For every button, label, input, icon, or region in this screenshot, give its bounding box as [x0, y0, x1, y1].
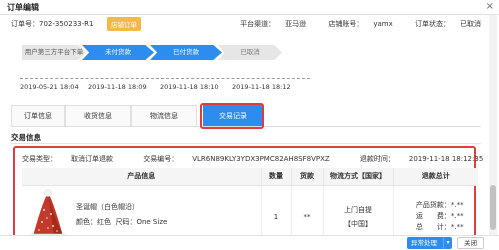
step-cancelled: 已取消 — [218, 45, 282, 60]
section-divider — [11, 143, 481, 144]
shop-info: 店铺账号： yamx — [328, 20, 393, 28]
transaction-type: 交易类型： 取消订单退款 — [22, 155, 113, 163]
chevron-down-icon[interactable]: ▾ — [443, 237, 452, 249]
product-details: 圣诞帽（白色帽沿） 颜色：红色 尺码：One Size — [76, 202, 167, 232]
order-number-label: 订单号： — [11, 20, 39, 28]
freight-refund: 运 费：*.** — [415, 212, 464, 220]
timeline-line — [20, 78, 310, 79]
dialog-footer: 异常处理 ▾ 关闭 — [0, 235, 499, 250]
progress-timeline: 2019-05-21 18:04 2019-11-18 18:09 2019-1… — [20, 70, 310, 91]
order-meta: 平台渠道： 亚马逊 店铺账号： yamx 订单状态： 已取消 — [220, 19, 481, 29]
dialog-title: 订单编辑 — [7, 3, 39, 12]
qty-cell: 1 — [261, 185, 292, 235]
tab-order-info[interactable]: 订单信息 — [11, 105, 65, 126]
close-icon[interactable]: × — [486, 1, 494, 12]
transaction-info: 交易类型： 取消订单退款 交易编号： VLR6N89KLY3YDX3PMC82AH8… — [22, 154, 483, 164]
refund-time: 退款时间： 2019-11-18 18:12:35 — [359, 155, 484, 163]
dialog-content: 订单号：702-350233-R1 店铺订单 平台渠道： 亚马逊 店铺账号： yam… — [0, 15, 487, 235]
order-header: 订单号：702-350233-R1 店铺订单 平台渠道： 亚马逊 店铺账号： yam… — [11, 17, 481, 31]
step-unpaid: 未付货款 — [82, 45, 154, 60]
timeline-time-3: 2019-11-18 18:10 — [160, 83, 219, 91]
tab-shipping-address[interactable]: 收货信息 — [65, 105, 131, 126]
shipping-cell: 上门自提 【中国】 — [323, 185, 394, 235]
exception-handling-label: 异常处理 — [411, 239, 437, 247]
total-refund: 总 计：*.** — [415, 223, 464, 231]
price-cell: ** — [291, 185, 324, 235]
col-shipping: 物流方式【国家】 — [323, 168, 394, 186]
refund-total-cell: 产品货款：*.** 运 费：*.** 总 计：*.** — [393, 185, 478, 235]
vertical-scrollbar[interactable] — [489, 15, 497, 235]
step-placed: 用户第三方平台下单 — [22, 45, 86, 60]
col-qty: 数量 — [261, 168, 292, 186]
goods-refund: 产品货款：*.** — [415, 201, 464, 209]
dialog-titlebar: 订单编辑 × — [0, 0, 499, 15]
status-info: 订单状态： 已取消 — [415, 20, 481, 28]
product-image — [26, 188, 70, 235]
items-table: 产品信息 数量 货款 物流方式【国家】 退款总计 圣诞帽（白色帽沿） 颜色：红色… — [22, 168, 478, 235]
product-cell: 圣诞帽（白色帽沿） 颜色：红色 尺码：One Size — [22, 185, 262, 235]
col-refund-total: 退款总计 — [393, 168, 478, 186]
product-variant: 颜色：红色 尺码：One Size — [76, 217, 168, 226]
order-number: 702-350233-R1 — [39, 20, 94, 28]
timeline-time-1: 2019-05-21 18:04 — [20, 83, 79, 91]
scrollbar-thumb[interactable] — [490, 185, 496, 230]
tab-logistics[interactable]: 物流信息 — [131, 105, 197, 126]
step-paid: 已付货款 — [150, 45, 222, 60]
shipping-country: 【中国】 — [344, 219, 372, 228]
order-number-line: 订单号：702-350233-R1 — [11, 19, 93, 29]
table-row: 圣诞帽（白色帽沿） 颜色：红色 尺码：One Size 1 ** 上门自提 【中… — [22, 185, 478, 235]
timeline-time-4: 2019-11-18 18:12 — [232, 83, 291, 91]
shipping-method: 上门自提 — [344, 205, 372, 214]
transaction-id: 交易编号： VLR6N89KLY3YDX3PMC82AH8SF8VPXZ — [143, 155, 330, 163]
exception-handling-button[interactable]: 异常处理 ▾ — [407, 237, 452, 249]
timeline-time-2: 2019-11-18 18:09 — [88, 83, 147, 91]
platform-info: 平台渠道： 亚马逊 — [240, 20, 307, 28]
active-tab-highlight — [200, 103, 264, 129]
order-type-badge: 店铺订单 — [107, 17, 141, 31]
section-title: 交易信息 — [11, 133, 41, 142]
col-price: 货款 — [291, 168, 324, 186]
close-button[interactable]: 关闭 — [457, 237, 484, 249]
col-product: 产品信息 — [22, 168, 262, 186]
order-progress-steps: 用户第三方平台下单 未付货款 已付货款 已取消 — [22, 45, 282, 63]
product-name: 圣诞帽（白色帽沿） — [76, 202, 139, 211]
